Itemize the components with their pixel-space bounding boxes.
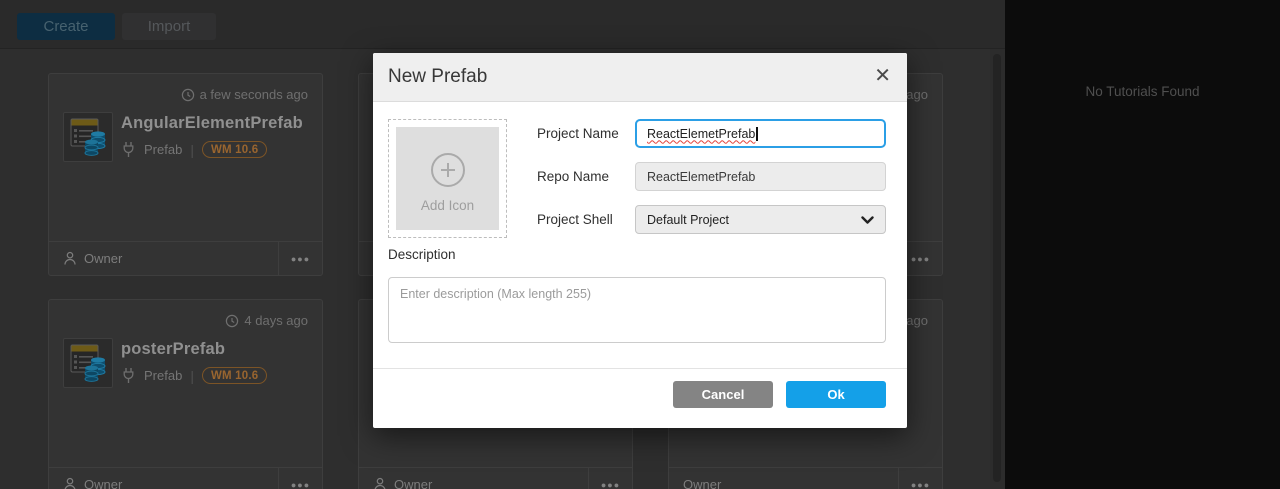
chevron-down-icon: [861, 216, 874, 225]
meta-divider: |: [190, 142, 194, 158]
project-card[interactable]: 4 days ago posterPrefab Prefab | WM 10.6…: [48, 299, 323, 489]
owner-label: Owner: [669, 468, 898, 489]
card-timestamp: a few seconds ago: [181, 87, 308, 102]
card-timestamp: 4 days ago: [225, 313, 308, 328]
clock-icon: [181, 88, 195, 102]
tutorials-panel: No Tutorials Found: [1005, 0, 1280, 489]
create-button[interactable]: Create: [17, 13, 115, 40]
close-icon[interactable]: ✕: [874, 64, 891, 88]
repo-name-label: Repo Name: [537, 162, 632, 191]
ok-button[interactable]: Ok: [786, 381, 886, 408]
import-button[interactable]: Import: [122, 13, 216, 40]
new-prefab-dialog: New Prefab ✕ Add Icon Project Name React…: [373, 53, 907, 428]
cancel-button[interactable]: Cancel: [673, 381, 773, 408]
project-title: posterPrefab: [121, 340, 225, 359]
project-shell-select[interactable]: Default Project: [635, 205, 886, 234]
person-icon: [63, 251, 77, 266]
card-menu-button[interactable]: ●●●: [278, 468, 322, 489]
card-menu-button[interactable]: ●●●: [278, 242, 322, 275]
owner-label: Owner: [359, 468, 588, 489]
prefab-thumbnail-icon: [63, 112, 113, 162]
dialog-title: New Prefab: [388, 66, 487, 88]
repo-name-input: ReactElemetPrefab: [635, 162, 886, 191]
version-badge: WM 10.6: [202, 367, 267, 384]
top-toolbar: Create Import: [0, 0, 1005, 49]
footer-divider: [373, 368, 907, 369]
ellipsis-icon: ●●●: [911, 480, 930, 489]
text-caret: [756, 127, 758, 141]
plug-icon: [121, 141, 136, 158]
ellipsis-icon: ●●●: [601, 480, 620, 489]
project-shell-value: Default Project: [647, 213, 729, 227]
project-name-input[interactable]: ReactElemetPrefab: [635, 119, 886, 148]
meta-divider: |: [190, 368, 194, 384]
project-name-label: Project Name: [537, 119, 632, 148]
plug-icon: [121, 367, 136, 384]
ellipsis-icon: ●●●: [911, 254, 930, 264]
add-icon-label: Add Icon: [421, 198, 474, 213]
repo-name-value: ReactElemetPrefab: [647, 170, 755, 184]
project-shell-label: Project Shell: [537, 205, 632, 234]
card-menu-button[interactable]: ●●●: [898, 468, 942, 489]
description-label: Description: [388, 247, 456, 262]
project-name-value: ReactElemetPrefab: [647, 127, 755, 141]
clock-icon: [225, 314, 239, 328]
person-icon: [63, 477, 77, 489]
version-badge: WM 10.6: [202, 141, 267, 158]
no-tutorials-message: No Tutorials Found: [1005, 84, 1280, 99]
project-card[interactable]: a few seconds ago AngularElementPrefab P…: [48, 73, 323, 276]
scrollbar-thumb[interactable]: [993, 54, 1001, 482]
description-textarea[interactable]: [388, 277, 886, 343]
prefab-thumbnail-icon: [63, 338, 113, 388]
person-icon: [373, 477, 387, 489]
owner-label: Owner: [49, 468, 278, 489]
project-type-label: Prefab: [144, 368, 182, 383]
project-title: AngularElementPrefab: [121, 114, 303, 133]
ellipsis-icon: ●●●: [291, 480, 310, 489]
add-icon-dropzone[interactable]: Add Icon: [388, 119, 507, 238]
card-menu-button[interactable]: ●●●: [588, 468, 632, 489]
ellipsis-icon: ●●●: [291, 254, 310, 264]
project-type-label: Prefab: [144, 142, 182, 157]
owner-label: Owner: [49, 242, 278, 275]
plus-circle-icon: [431, 153, 465, 187]
content-scrollbar[interactable]: [990, 49, 1005, 489]
